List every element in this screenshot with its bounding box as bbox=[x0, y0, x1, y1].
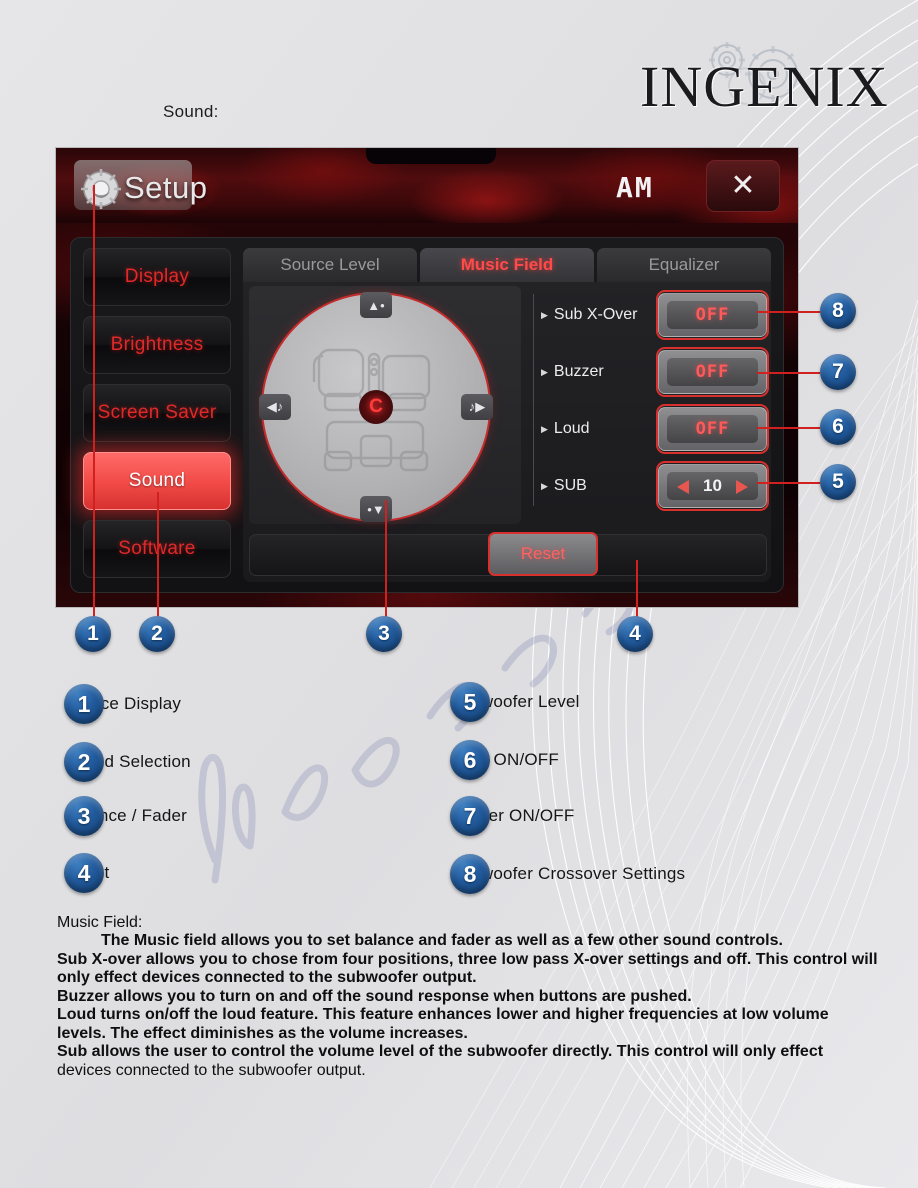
setting-row-sub-x-over: ▶ Sub X-Over OFF bbox=[533, 290, 769, 340]
menu-item-brightness[interactable]: Brightness bbox=[83, 316, 231, 374]
setting-label-buzzer: Buzzer bbox=[553, 363, 604, 380]
body-line-7: Sub allows the user to control the volum… bbox=[57, 1043, 824, 1061]
setting-label-sub: SUB bbox=[553, 477, 587, 494]
body-text-block: Music Field: The Music field allows you … bbox=[57, 914, 887, 1080]
legend-item-5: 5 Subwoofer Level bbox=[450, 682, 580, 722]
tab-bar: Source Level Music Field Equalizer bbox=[243, 248, 771, 282]
music-field-settings: ▶ Sub X-Over OFF ▶ Buzzer OFF ▶ Loud OFF… bbox=[533, 290, 769, 518]
callout-bubble-7: 7 bbox=[820, 354, 856, 390]
leader-line-6 bbox=[757, 427, 820, 429]
balance-right-icon[interactable]: ♪▶ bbox=[461, 394, 493, 420]
clock-ampm: AM bbox=[616, 171, 654, 204]
leader-line-3 bbox=[385, 500, 387, 619]
leader-line-2 bbox=[157, 492, 159, 619]
bullet-icon: ▶ bbox=[541, 480, 548, 491]
section-caption: Sound: bbox=[163, 102, 219, 121]
setting-value-sub: 10 bbox=[703, 476, 722, 495]
triangle-left-icon[interactable] bbox=[676, 480, 689, 494]
callout-bubble-2: 2 bbox=[139, 616, 175, 652]
setting-value-sub-x-over: OFF bbox=[695, 305, 730, 325]
bottom-bar: Reset bbox=[249, 532, 767, 576]
balance-fader-area: C ▲• •▼ ◀♪ ♪▶ bbox=[249, 286, 521, 524]
reset-button[interactable]: Reset bbox=[488, 532, 598, 576]
legend-bubble-1: 1 bbox=[64, 684, 104, 724]
setting-value-buzzer: OFF bbox=[695, 362, 730, 382]
leader-line-7 bbox=[757, 372, 820, 374]
callout-bubble-5: 5 bbox=[820, 464, 856, 500]
legend-bubble-3: 3 bbox=[64, 796, 104, 836]
setting-label-loud: Loud bbox=[553, 420, 590, 437]
callout-bubble-3: 3 bbox=[366, 616, 402, 652]
tab-music-field[interactable]: Music Field bbox=[420, 248, 594, 282]
legend-item-7: 7 Buzzer ON/OFF bbox=[450, 796, 574, 836]
body-line-3: only effect devices connected to the sub… bbox=[57, 969, 477, 987]
legend-bubble-6: 6 bbox=[450, 740, 490, 780]
balance-center-indicator: C bbox=[359, 390, 393, 424]
bullet-icon: ▶ bbox=[541, 423, 548, 434]
balance-left-icon[interactable]: ◀♪ bbox=[259, 394, 291, 420]
body-heading: Music Field: bbox=[57, 914, 143, 931]
gear-icon bbox=[81, 169, 121, 209]
legend-item-3: 3 Balance / Fader bbox=[64, 796, 187, 836]
setting-value-loud: OFF bbox=[695, 419, 730, 439]
leader-line-8 bbox=[757, 311, 820, 313]
balance-fader-pad[interactable]: C ▲• •▼ ◀♪ ♪▶ bbox=[259, 292, 493, 522]
close-button[interactable]: ✕ bbox=[706, 160, 780, 212]
leader-line-5 bbox=[757, 482, 820, 484]
menu-item-display[interactable]: Display bbox=[83, 248, 231, 306]
legend-bubble-4: 4 bbox=[64, 853, 104, 893]
fader-rear-icon[interactable]: •▼ bbox=[360, 496, 392, 522]
bullet-icon: ▶ bbox=[541, 366, 548, 377]
setting-control-buzzer[interactable]: OFF bbox=[655, 347, 769, 397]
body-line-2: Sub X-over allows you to chose from four… bbox=[57, 950, 878, 968]
setting-label-sub-x-over: Sub X-Over bbox=[553, 306, 638, 323]
legend-bubble-5: 5 bbox=[450, 682, 490, 722]
brand-name: INGENIX bbox=[640, 54, 889, 119]
callout-bubble-4: 4 bbox=[617, 616, 653, 652]
setting-row-buzzer: ▶ Buzzer OFF bbox=[533, 347, 769, 397]
body-line-5: Loud turns on/off the loud feature. This… bbox=[57, 1006, 829, 1024]
triangle-right-icon[interactable] bbox=[736, 480, 748, 494]
body-line-6: levels. The effect diminishes as the vol… bbox=[57, 1024, 468, 1042]
legend-bubble-7: 7 bbox=[450, 796, 490, 836]
legend-bubble-8: 8 bbox=[450, 854, 490, 894]
head-unit-screenshot: Setup AM 1:50 ✕ Display Brightness Scree… bbox=[55, 147, 799, 608]
body-line-1: The Music field allows you to set balanc… bbox=[101, 932, 783, 949]
setting-row-loud: ▶ Loud OFF bbox=[533, 404, 769, 454]
legend-item-6: 6 Loud ON/OFF bbox=[450, 740, 559, 780]
leader-line-4 bbox=[636, 560, 638, 619]
tab-source-level[interactable]: Source Level bbox=[243, 248, 417, 282]
legend-item-4: 4 Reset bbox=[64, 853, 109, 893]
callout-bubble-6: 6 bbox=[820, 409, 856, 445]
leader-line-1 bbox=[93, 185, 95, 619]
fader-front-icon[interactable]: ▲• bbox=[360, 292, 392, 318]
header-notch bbox=[366, 148, 496, 164]
legend-item-1: 1 Source Display bbox=[64, 684, 181, 724]
menu-item-screen-saver[interactable]: Screen Saver bbox=[83, 384, 231, 442]
body-line-4: Buzzer allows you to turn on and off the… bbox=[57, 987, 692, 1005]
tab-equalizer[interactable]: Equalizer bbox=[597, 248, 771, 282]
setting-control-loud[interactable]: OFF bbox=[655, 404, 769, 454]
body-line-8: devices connected to the subwoofer outpu… bbox=[57, 1061, 366, 1079]
setting-control-sub-x-over[interactable]: OFF bbox=[655, 290, 769, 340]
brand-logo: INGENIX bbox=[640, 40, 890, 130]
legend-bubble-2: 2 bbox=[64, 742, 104, 782]
bullet-icon: ▶ bbox=[541, 309, 548, 320]
legend-item-8: 8 Subwoofer Crossover Settings bbox=[450, 854, 685, 894]
legend-item-2: 2 Sound Selection bbox=[64, 742, 191, 782]
page-title: Setup bbox=[124, 170, 208, 205]
setting-control-sub[interactable]: 10 bbox=[655, 461, 769, 511]
callout-bubble-1: 1 bbox=[75, 616, 111, 652]
callout-bubble-8: 8 bbox=[820, 293, 856, 329]
setting-row-sub: ▶ SUB 10 bbox=[533, 461, 769, 511]
